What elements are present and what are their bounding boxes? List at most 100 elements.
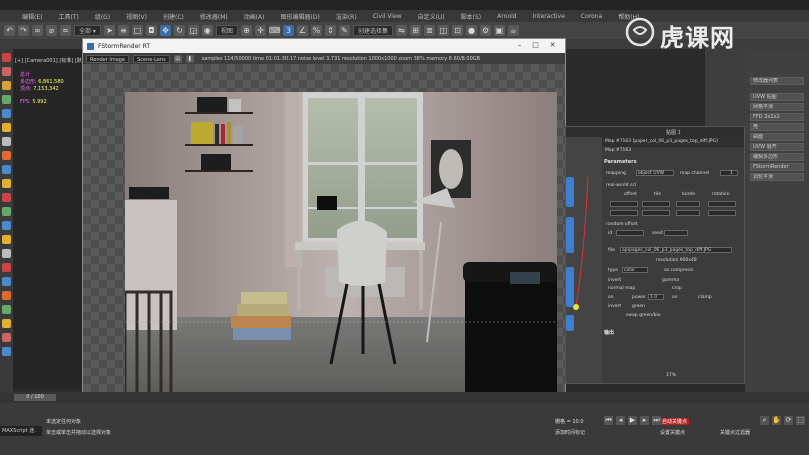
layers-icon[interactable]: ≣ bbox=[423, 25, 435, 36]
rotate-icon[interactable]: ↻ bbox=[173, 25, 185, 36]
tool-icon[interactable] bbox=[2, 179, 11, 188]
angle-snap-icon[interactable]: ∠ bbox=[296, 25, 308, 36]
tile-v-input[interactable] bbox=[642, 210, 670, 216]
tool-icon[interactable] bbox=[2, 291, 11, 300]
menu-item[interactable]: Corona bbox=[573, 13, 610, 20]
pause-icon[interactable]: ❚ bbox=[185, 54, 194, 63]
save-icon[interactable]: ▤ bbox=[173, 54, 182, 63]
tool-icon[interactable] bbox=[2, 95, 11, 104]
layer-select[interactable]: Render Image bbox=[86, 54, 130, 63]
play-icon[interactable]: ▶ bbox=[628, 416, 637, 425]
tile-u-input[interactable] bbox=[642, 201, 670, 207]
view-select[interactable]: 视图 bbox=[215, 25, 238, 36]
align-icon[interactable]: ⊞ bbox=[409, 25, 421, 36]
menu-item[interactable]: 渲染(R) bbox=[328, 12, 365, 21]
go-to-end-icon[interactable]: ⏭ bbox=[652, 416, 661, 425]
spinner-snap-icon[interactable]: ⇕ bbox=[324, 25, 336, 36]
menu-item[interactable]: Civil View bbox=[365, 13, 410, 20]
window-cross-icon[interactable]: ◘ bbox=[145, 25, 157, 36]
modifier-button[interactable]: 壳 bbox=[750, 123, 804, 131]
tool-icon[interactable] bbox=[2, 305, 11, 314]
node-view[interactable] bbox=[566, 137, 602, 383]
maximize-icon[interactable]: □ bbox=[531, 41, 540, 50]
key-filter-button[interactable]: 关键点过滤器 bbox=[720, 429, 750, 436]
track-bar[interactable] bbox=[0, 403, 809, 411]
framebuffer-titlebar[interactable]: FStormRender RT – □ ✕ bbox=[83, 39, 565, 53]
go-to-start-icon[interactable]: ⏮ bbox=[604, 416, 613, 425]
select-by-name-icon[interactable]: ≡ bbox=[117, 25, 129, 36]
selection-filter[interactable]: 全部 ▾ bbox=[74, 25, 101, 36]
modifier-button[interactable]: 修改器列表 bbox=[750, 77, 804, 85]
tool-icon[interactable] bbox=[2, 263, 11, 272]
offset-u-input[interactable] bbox=[610, 201, 638, 207]
node-slot[interactable] bbox=[566, 177, 574, 207]
modifier-button[interactable]: 编辑多边形 bbox=[750, 153, 804, 161]
id-select[interactable] bbox=[616, 230, 644, 236]
render-canvas[interactable] bbox=[83, 64, 565, 397]
borde-v-select[interactable] bbox=[676, 210, 700, 216]
scale-icon[interactable]: ◲ bbox=[187, 25, 199, 36]
tool-icon[interactable] bbox=[2, 81, 11, 90]
tool-icon[interactable] bbox=[2, 249, 11, 258]
selection-set-select[interactable]: 创建选择集 bbox=[352, 25, 393, 36]
pivot-icon[interactable]: ⊕ bbox=[240, 25, 252, 36]
unlink-icon[interactable]: ⌀ bbox=[46, 25, 57, 36]
parameters-section[interactable]: Parameters bbox=[604, 159, 637, 165]
render-setup-icon[interactable]: ⚙ bbox=[479, 25, 491, 36]
modifier-button[interactable]: 网格平滑 bbox=[750, 103, 804, 111]
modifier-button[interactable]: FFD 2x2x2 bbox=[750, 113, 804, 121]
menu-item[interactable]: 脚本(S) bbox=[453, 12, 490, 21]
undo-icon[interactable]: ↶ bbox=[4, 25, 15, 36]
node-slot[interactable] bbox=[566, 315, 574, 331]
tool-icon[interactable] bbox=[2, 193, 11, 202]
modifier-button[interactable]: 曲面 bbox=[750, 133, 804, 141]
tool-icon[interactable] bbox=[2, 207, 11, 216]
select-manipulate-icon[interactable]: ✛ bbox=[254, 25, 266, 36]
tool-icon[interactable] bbox=[2, 137, 11, 146]
close-icon[interactable]: ✕ bbox=[548, 41, 557, 50]
graph-editor-icon[interactable]: ◫ bbox=[437, 25, 449, 36]
redo-icon[interactable]: ↷ bbox=[18, 25, 29, 36]
tool-icon[interactable] bbox=[2, 277, 11, 286]
menu-item[interactable]: Interactive bbox=[525, 13, 573, 20]
output-section[interactable]: 输出 bbox=[604, 329, 614, 336]
move-icon[interactable]: ✥ bbox=[159, 25, 171, 36]
tool-icon[interactable] bbox=[2, 109, 11, 118]
node-slot[interactable] bbox=[566, 217, 574, 253]
menu-item[interactable]: Arnold bbox=[489, 13, 524, 20]
material-editor-icon[interactable]: ● bbox=[465, 25, 477, 36]
tool-icon[interactable] bbox=[2, 333, 11, 342]
tool-icon[interactable] bbox=[2, 53, 11, 62]
modifier-button[interactable]: UVW 展开 bbox=[750, 143, 804, 151]
tool-icon[interactable] bbox=[2, 235, 11, 244]
lens-select[interactable]: Scene-Lens bbox=[133, 54, 170, 63]
render-frame-icon[interactable]: ▣ bbox=[493, 25, 505, 36]
set-key-button[interactable]: 设置关键点 bbox=[660, 429, 685, 436]
tool-icon[interactable] bbox=[2, 151, 11, 160]
link-icon[interactable]: ∞ bbox=[32, 25, 43, 36]
minimize-icon[interactable]: – bbox=[515, 41, 524, 50]
snap-icon[interactable]: 3 bbox=[282, 25, 294, 36]
node-slot[interactable] bbox=[566, 267, 574, 307]
modifier-button[interactable]: FStormRender bbox=[750, 163, 804, 171]
place-icon[interactable]: ◉ bbox=[201, 25, 213, 36]
rotation-v-input[interactable] bbox=[708, 210, 736, 216]
render-icon[interactable]: ☕ bbox=[507, 25, 519, 36]
menu-item[interactable]: 动画(A) bbox=[236, 12, 273, 21]
orbit-icon[interactable]: ⟳ bbox=[784, 416, 793, 425]
auto-key-button[interactable]: 自动关键点 bbox=[660, 418, 690, 425]
select-icon[interactable]: ➤ bbox=[103, 25, 115, 36]
modifier-button[interactable]: 涡轮平滑 bbox=[750, 173, 804, 181]
menu-item[interactable]: 编辑(E) bbox=[14, 12, 50, 21]
menu-item[interactable]: 图形编辑器(D) bbox=[273, 12, 328, 21]
tool-icon[interactable] bbox=[2, 221, 11, 230]
keyboard-shortcut-icon[interactable]: ⌨ bbox=[268, 25, 280, 36]
maxscript-listener[interactable]: MAXScript 迷. bbox=[0, 426, 42, 436]
timeline[interactable] bbox=[0, 392, 809, 403]
schematic-icon[interactable]: ⊡ bbox=[451, 25, 463, 36]
rect-select-icon[interactable]: □ bbox=[131, 25, 143, 36]
zoom-icon[interactable]: ⌕ bbox=[760, 416, 769, 425]
edit-named-sets-icon[interactable]: ✎ bbox=[338, 25, 350, 36]
tool-icon[interactable] bbox=[2, 165, 11, 174]
mirror-icon[interactable]: ⇋ bbox=[395, 25, 407, 36]
